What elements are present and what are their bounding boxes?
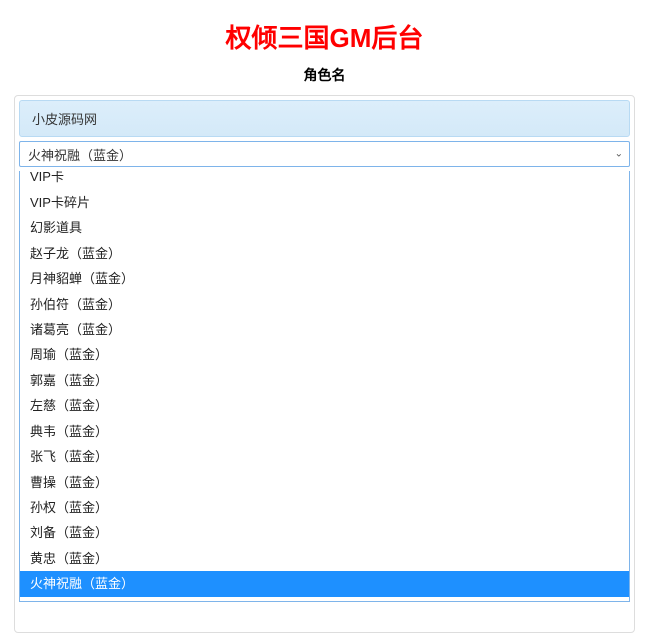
dropdown-option[interactable]: 左慈（蓝金） [20,393,629,418]
main-panel: 小皮源码网 火神祝融（蓝金） ⌄ 20亿礼包4000w元宝礼包橙色精炼石VIP卡… [14,95,635,633]
dropdown-option[interactable]: 孙权（蓝金） [20,495,629,520]
dropdown-option[interactable]: 月神貂蝉（蓝金） [20,266,629,291]
page-subtitle: 角色名 [14,65,635,85]
dropdown-option[interactable]: 周瑜（蓝金） [20,342,629,367]
dropdown-option[interactable]: 张飞（蓝金） [20,444,629,469]
chevron-down-icon: ⌄ [615,149,623,160]
dropdown-option[interactable]: 曹操（蓝金） [20,470,629,495]
select-dropdown: 20亿礼包4000w元宝礼包橙色精炼石VIP卡VIP卡碎片幻影道具赵子龙（蓝金）… [19,171,630,602]
dropdown-option[interactable]: 典韦（蓝金） [20,419,629,444]
dropdown-option[interactable]: VIP卡 [20,171,629,190]
dropdown-option[interactable]: 孙伯符（蓝金） [20,292,629,317]
dropdown-option[interactable]: 赵子龙（蓝金） [20,241,629,266]
panel-footer-space [15,608,634,632]
dropdown-option[interactable]: 诸葛亮（蓝金） [20,317,629,342]
dropdown-list[interactable]: 20亿礼包4000w元宝礼包橙色精炼石VIP卡VIP卡碎片幻影道具赵子龙（蓝金）… [20,171,629,601]
dropdown-option[interactable]: 刘备（蓝金） [20,520,629,545]
dropdown-option[interactable]: 火神祝融（蓝金） [20,571,629,596]
dropdown-option[interactable]: 幻影道具 [20,215,629,240]
dropdown-option[interactable]: 郭嘉（蓝金） [20,368,629,393]
dropdown-option[interactable]: 黄忠（蓝金） [20,546,629,571]
dropdown-option[interactable]: VIP卡碎片 [20,190,629,215]
select-value: 火神祝融（蓝金） [28,145,132,164]
item-select[interactable]: 火神祝融（蓝金） ⌄ [19,141,630,167]
panel-header: 小皮源码网 [19,100,630,137]
page-title: 权倾三国GM后台 [14,18,635,55]
